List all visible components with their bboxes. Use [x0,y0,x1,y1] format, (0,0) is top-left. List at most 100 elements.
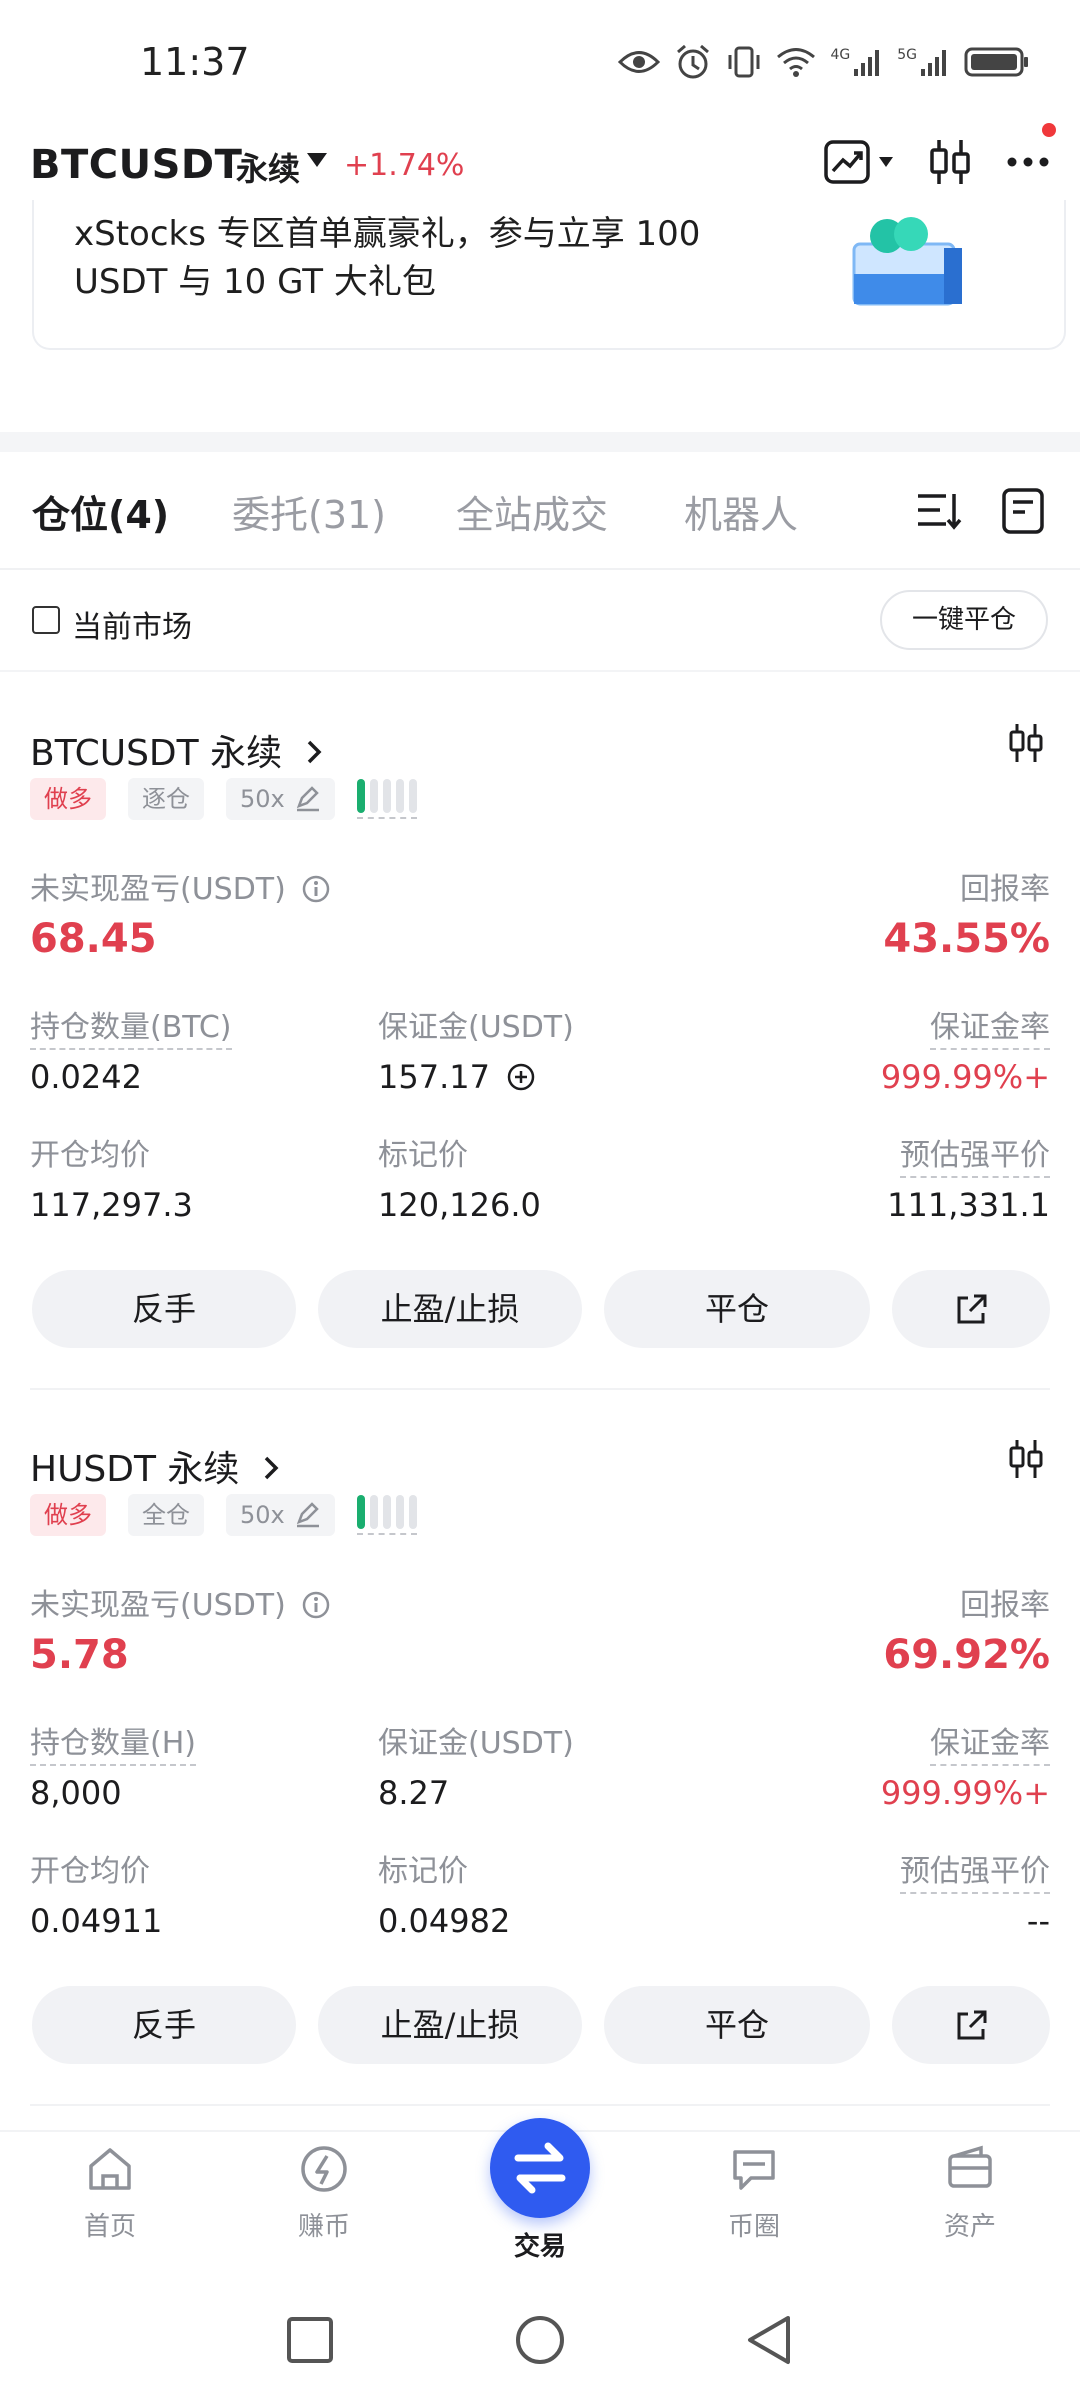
margin-value-row: 157.17 [378,1058,536,1096]
alarm-icon [677,44,710,79]
margin-value: 8.27 [378,1774,450,1812]
liq-price-label[interactable]: 预估强平价 [900,1130,1050,1178]
leverage-tag[interactable]: 50x [226,778,335,820]
nav-assets[interactable]: 资产 [900,2142,1040,2243]
pair-symbol[interactable]: BTCUSDT [30,142,242,188]
mark-price-value: 0.04982 [378,1902,511,1940]
tab-bots[interactable]: 机器人 [684,484,798,539]
section-separator [0,432,1080,452]
margin-mode-tag[interactable]: 逐仓 [128,778,204,820]
add-margin-icon[interactable] [506,1062,536,1092]
candlestick-icon[interactable] [1008,722,1044,764]
chart-type-button[interactable] [824,140,894,184]
position-title[interactable]: BTCUSDT 永续 [30,724,324,776]
position-tags: 做多 全仓 50x [30,1494,417,1536]
close-position-button[interactable]: 平仓 [604,1986,870,2064]
order-history-icon[interactable] [1002,488,1044,534]
unrealized-pnl-label[interactable]: 未实现盈亏(USDT) [30,864,331,908]
more-menu-button[interactable] [1006,122,1056,172]
position-card: BTCUSDT 永续 做多 逐仓 50x 未实现盈亏(USDT) 回报率 68.… [0,672,1080,1390]
margin-mode-tag[interactable]: 全仓 [128,1494,204,1536]
leverage-value: 50x [240,785,285,813]
close-all-button[interactable]: 一键平仓 [879,590,1048,650]
share-button[interactable] [892,1986,1050,2064]
nav-earn[interactable]: 赚币 [254,2142,394,2243]
caret-down-icon[interactable] [306,152,328,168]
liq-price-value: 111,331.1 [887,1186,1050,1224]
battery-icon [964,47,1028,77]
leverage-value: 50x [240,1501,285,1529]
size-label[interactable]: 持仓数量(H) [30,1718,196,1766]
margin-ratio-value: 999.99%+ [880,1058,1050,1096]
risk-meter [356,779,417,819]
status-time: 11:37 [140,40,250,84]
chevron-right-icon [264,1456,279,1480]
trade-swap-icon [514,2142,566,2194]
candlestick-icon[interactable] [928,138,972,186]
nav-trade[interactable]: 交易 [470,2118,610,2263]
leverage-tag[interactable]: 50x [226,1494,335,1536]
tpsl-button[interactable]: 止盈/止损 [318,1986,582,2064]
reverse-button[interactable]: 反手 [32,1986,296,2064]
square-chat-icon [733,2150,775,2190]
back-triangle-icon[interactable] [744,2314,794,2366]
home-circle-icon[interactable] [514,2314,566,2366]
roe-value: 43.55% [883,916,1050,962]
entry-price-value: 0.04911 [30,1902,163,1940]
entry-price-label: 开仓均价 [30,1138,150,1173]
current-market-label[interactable]: 当前市场 [72,602,192,646]
liq-price-label[interactable]: 预估强平价 [900,1846,1050,1894]
tab-orders[interactable]: 委托(31) [232,484,386,539]
vibrate-icon [728,46,760,78]
card-divider [30,2104,1050,2106]
close-position-button[interactable]: 平仓 [604,1270,870,1348]
roe-value: 69.92% [883,1632,1050,1678]
more-dots-icon [1007,157,1049,166]
tab-positions[interactable]: 仓位(4) [32,484,169,539]
mark-price-label: 标记价 [378,1854,468,1889]
size-value: 8,000 [30,1774,122,1812]
reverse-button[interactable]: 反手 [32,1270,296,1348]
edit-pencil-icon [296,1502,319,1528]
edit-pencil-icon [296,786,319,812]
size-label[interactable]: 持仓数量(BTC) [30,1002,232,1050]
recents-square-icon[interactable] [286,2316,334,2364]
margin-label: 保证金(USDT) [378,1010,574,1045]
share-button[interactable] [892,1270,1050,1348]
share-external-icon [957,1294,987,1324]
unrealized-pnl-value: 68.45 [30,916,157,962]
tpsl-button[interactable]: 止盈/止损 [318,1270,582,1348]
nav-home[interactable]: 首页 [40,2142,180,2243]
header-tools [824,122,1056,186]
margin-ratio-value: 999.99%+ [880,1774,1050,1812]
nav-square[interactable]: 币圈 [684,2142,824,2243]
side-tag: 做多 [30,1494,106,1536]
gift-box-illustration [852,217,962,306]
signal-bars-icon [854,50,880,76]
filter-row: 当前市场 一键平仓 [0,570,1080,672]
promo-banner[interactable]: xStocks 专区首单赢豪礼，参与立享 100 USDT 与 10 GT 大礼… [32,200,1066,350]
margin-ratio-label[interactable]: 保证金率 [930,1002,1050,1050]
pair-contract-type[interactable]: 永续 [236,144,300,190]
signal-bars-icon [921,50,946,76]
trade-fab [490,2118,590,2218]
position-title[interactable]: HUSDT 永续 [30,1440,281,1492]
position-card: HUSDT 永续 做多 全仓 50x 未实现盈亏(USDT) 回报率 5.78 … [0,1388,1080,2106]
margin-ratio-label[interactable]: 保证金率 [930,1718,1050,1766]
status-bar: 11:37 4G 5G [0,0,1080,120]
home-icon [89,2148,131,2190]
share-external-icon [957,2010,987,2040]
status-icons: 4G 5G [618,44,1030,80]
tab-trades[interactable]: 全站成交 [456,484,608,539]
margin-label: 保证金(USDT) [378,1726,574,1761]
earn-icon [301,2146,347,2192]
unrealized-pnl-label[interactable]: 未实现盈亏(USDT) [30,1580,331,1624]
candlestick-icon[interactable] [1008,1438,1044,1480]
wallet-icon [948,2145,992,2188]
sort-icon[interactable] [916,490,962,532]
mark-price-value: 120,126.0 [378,1186,541,1224]
signal-5g: 5G [897,47,950,77]
wifi-icon [777,48,816,77]
current-market-checkbox[interactable] [32,606,60,634]
entry-price-value: 117,297.3 [30,1186,193,1224]
